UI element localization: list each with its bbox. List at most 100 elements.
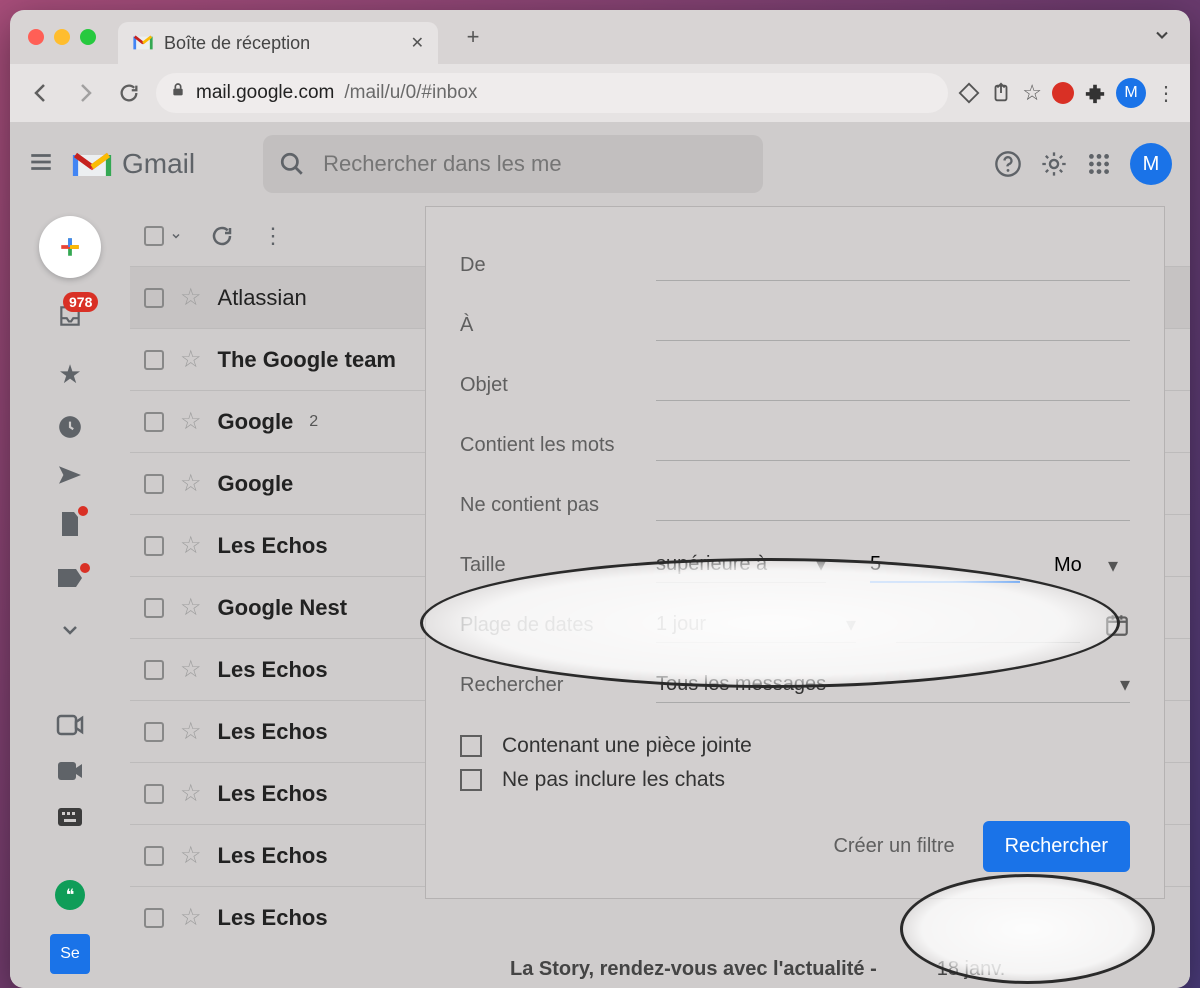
- meet-video-icon[interactable]: [56, 760, 84, 782]
- profile-avatar[interactable]: M: [1116, 78, 1146, 108]
- refresh-icon[interactable]: [210, 224, 234, 248]
- meet-icon[interactable]: [56, 714, 84, 736]
- sender-label: Google: [218, 471, 294, 497]
- star-icon[interactable]: ☆: [180, 655, 202, 684]
- star-icon[interactable]: ☆: [180, 779, 202, 808]
- star-icon[interactable]: ☆: [180, 593, 202, 622]
- account-avatar[interactable]: M: [1130, 143, 1172, 185]
- sent-icon[interactable]: [56, 464, 84, 486]
- reload-button[interactable]: [112, 76, 146, 110]
- extensions-icon[interactable]: [1084, 82, 1106, 104]
- row-checkbox[interactable]: [144, 722, 164, 742]
- star-icon[interactable]: ☆: [180, 717, 202, 746]
- star-icon[interactable]: ☆: [180, 469, 202, 498]
- drafts-icon[interactable]: [58, 510, 82, 543]
- sidebar-inbox[interactable]: 978: [57, 302, 83, 335]
- gmail-logo[interactable]: Gmail: [72, 148, 195, 180]
- settings-icon[interactable]: [1040, 150, 1068, 178]
- minimize-window-icon[interactable]: [54, 29, 70, 45]
- from-input[interactable]: [656, 249, 1130, 281]
- ublock-icon[interactable]: [1052, 82, 1074, 104]
- back-button[interactable]: [24, 76, 58, 110]
- help-icon[interactable]: [994, 150, 1022, 178]
- search-input[interactable]: [323, 151, 747, 177]
- row-checkbox[interactable]: [144, 536, 164, 556]
- browser-tab[interactable]: Boîte de réception ✕: [118, 22, 438, 64]
- main-menu-icon[interactable]: [28, 149, 54, 180]
- sender-label: Atlassian: [218, 285, 307, 311]
- reader-icon[interactable]: [958, 82, 980, 104]
- has-words-label: Contient les mots: [460, 434, 646, 457]
- red-dot-icon: [80, 563, 90, 573]
- share-icon[interactable]: [990, 82, 1012, 104]
- subject-input[interactable]: [656, 369, 1130, 401]
- close-tab-icon[interactable]: ✕: [411, 33, 424, 53]
- has-attachment-checkbox[interactable]: [460, 735, 482, 757]
- plus-icon: [55, 232, 85, 262]
- row-checkbox[interactable]: [144, 660, 164, 680]
- exclude-chats-checkbox[interactable]: [460, 769, 482, 791]
- star-icon[interactable]: ☆: [180, 345, 202, 374]
- search-options-panel: De À Objet Contient les mots Ne contient…: [425, 206, 1165, 899]
- gmail-favicon: [132, 32, 154, 54]
- date-value-input[interactable]: [896, 607, 1080, 643]
- apps-icon[interactable]: [1086, 151, 1112, 177]
- row-checkbox[interactable]: [144, 474, 164, 494]
- row-checkbox[interactable]: [144, 846, 164, 866]
- search-bar[interactable]: [263, 135, 763, 193]
- row-checkbox[interactable]: [144, 598, 164, 618]
- sender-label: Les Echos: [218, 657, 328, 683]
- search-in-select[interactable]: Tous les messages▾: [656, 667, 1130, 703]
- not-has-input[interactable]: [656, 489, 1130, 521]
- starred-icon[interactable]: ★: [58, 359, 81, 390]
- date-range-select[interactable]: 1 jour▾: [656, 607, 856, 643]
- extension-icons: ☆ M ⋮: [958, 78, 1176, 108]
- sender-label: Les Echos: [218, 843, 328, 869]
- create-filter-link[interactable]: Créer un filtre: [833, 835, 954, 858]
- labels-icon[interactable]: [56, 567, 84, 594]
- row-checkbox[interactable]: [144, 784, 164, 804]
- url-bar[interactable]: mail.google.com/mail/u/0/#inbox: [156, 73, 948, 113]
- sender-label: Les Echos: [218, 719, 328, 745]
- size-value-input[interactable]: 5: [870, 547, 1020, 583]
- size-operator-select[interactable]: supérieure à▾: [656, 547, 826, 583]
- url-path: /mail/u/0/#inbox: [344, 82, 477, 104]
- row-checkbox[interactable]: [144, 908, 164, 928]
- keyboard-icon[interactable]: [56, 806, 84, 828]
- more-icon[interactable]: [58, 618, 82, 642]
- chevron-down-icon: [170, 230, 182, 242]
- star-icon[interactable]: ☆: [180, 407, 202, 436]
- gmail-logo-icon: [72, 149, 112, 179]
- star-icon[interactable]: ☆: [180, 283, 202, 312]
- tabs-menu-icon[interactable]: [1152, 25, 1172, 50]
- gmail-brand-text: Gmail: [122, 148, 195, 180]
- to-input[interactable]: [656, 309, 1130, 341]
- star-icon[interactable]: ☆: [180, 531, 202, 560]
- star-icon[interactable]: ☆: [180, 841, 202, 870]
- compose-button[interactable]: [39, 216, 101, 278]
- new-tab-button[interactable]: +: [458, 22, 488, 52]
- size-unit-select[interactable]: Mo▾: [1054, 553, 1118, 578]
- browser-menu-icon[interactable]: ⋮: [1156, 81, 1176, 106]
- has-attachment-label: Contenant une pièce jointe: [502, 734, 752, 758]
- star-icon[interactable]: ☆: [180, 903, 202, 932]
- sender-label: Les Echos: [218, 781, 328, 807]
- forward-button[interactable]: [68, 76, 102, 110]
- sender-label: Google: [218, 409, 294, 435]
- has-words-input[interactable]: [656, 429, 1130, 461]
- calendar-icon[interactable]: [1104, 612, 1130, 638]
- zoom-window-icon[interactable]: [80, 29, 96, 45]
- snoozed-icon[interactable]: [57, 414, 83, 440]
- row-checkbox[interactable]: [144, 412, 164, 432]
- sender-label: Google Nest: [218, 595, 348, 621]
- more-actions-icon[interactable]: ⋮: [262, 223, 284, 249]
- close-window-icon[interactable]: [28, 29, 44, 45]
- search-button[interactable]: Rechercher: [983, 821, 1130, 872]
- row-checkbox[interactable]: [144, 350, 164, 370]
- bookmark-icon[interactable]: ☆: [1022, 80, 1042, 106]
- row-checkbox[interactable]: [144, 288, 164, 308]
- url-domain: mail.google.com: [196, 82, 334, 104]
- select-all-checkbox[interactable]: [144, 226, 182, 246]
- hangouts-icon[interactable]: ❝: [55, 880, 85, 910]
- se-button[interactable]: Se: [50, 934, 90, 974]
